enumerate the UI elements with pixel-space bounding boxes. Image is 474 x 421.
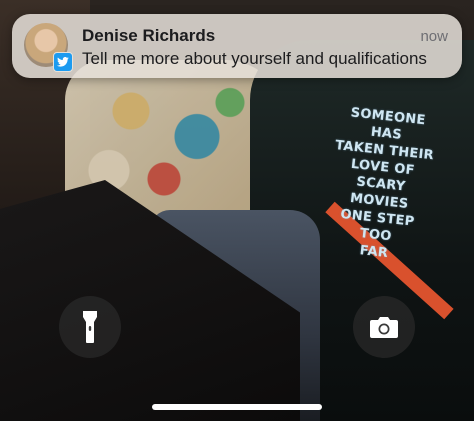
notification-time: now xyxy=(420,28,448,45)
notification-banner[interactable]: Denise Richards now Tell me more about y… xyxy=(12,14,462,78)
wallpaper-print-text: SOMEONE HAS TAKEN THEIR LOVE OF SCARY MO… xyxy=(318,103,443,267)
notification-message: Tell me more about yourself and qualific… xyxy=(82,49,427,68)
camera-button[interactable] xyxy=(353,296,415,358)
twitter-bird-icon xyxy=(53,52,73,72)
notification-sender: Denise Richards xyxy=(82,26,216,45)
lock-screen: SOMEONE HAS TAKEN THEIR LOVE OF SCARY MO… xyxy=(0,0,474,421)
home-indicator[interactable] xyxy=(152,404,322,410)
flashlight-icon xyxy=(83,311,97,343)
flashlight-button[interactable] xyxy=(59,296,121,358)
camera-icon xyxy=(370,317,398,338)
